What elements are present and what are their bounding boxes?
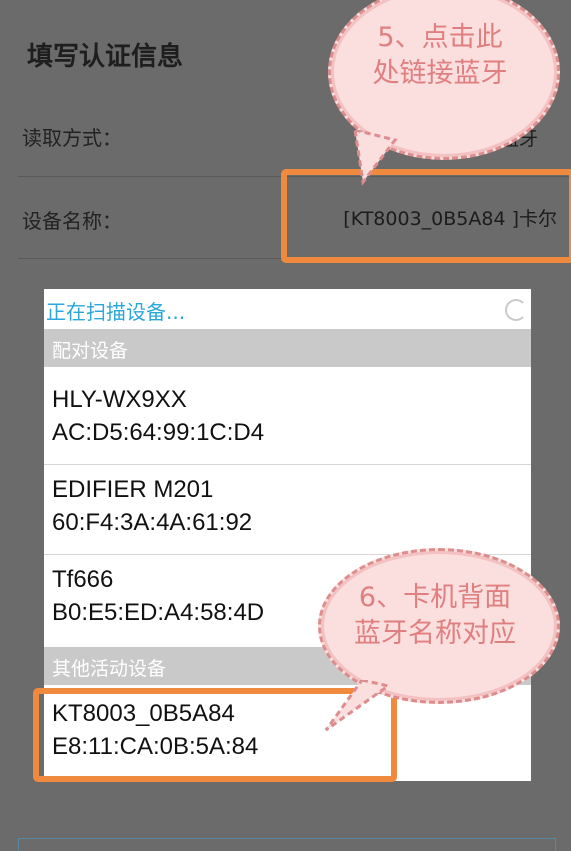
other-devices-header-label: 其他活动设备 xyxy=(52,658,167,680)
screen: 填写认证信息 读取方式： 蓝牙 设备名称： [KT8003_0B5A84 ]卡尔… xyxy=(0,0,571,851)
callout-text-step5: 5、点击此处链接蓝牙 xyxy=(372,22,508,89)
paired-devices-header-label: 配对设备 xyxy=(52,340,129,362)
dialog-header: 正在扫描设备... xyxy=(44,289,531,329)
callout-tail-icon xyxy=(353,130,398,186)
device-item-name: Tf666 xyxy=(52,566,114,593)
read-method-label: 读取方式： xyxy=(22,126,122,150)
device-name-label: 设备名称： xyxy=(22,209,122,233)
device-item-name: HLY-WX9XX xyxy=(52,386,187,413)
device-item-mac: 60:F4:3A:4A:61:92 xyxy=(52,509,253,536)
loading-spinner-icon xyxy=(505,299,527,321)
device-list-item[interactable]: HLY-WX9XX AC:D5:64:99:1C:D4 xyxy=(44,375,531,465)
callout-text-step6: 6、卡机背面蓝牙名称对应 xyxy=(354,582,516,649)
device-item-mac: B0:E5:ED:A4:58:4D xyxy=(52,599,265,626)
device-item-mac: AC:D5:64:99:1C:D4 xyxy=(52,419,265,446)
device-name-highlight xyxy=(281,169,571,263)
paired-devices-header: 配对设备 xyxy=(44,329,531,367)
callout-tail-icon xyxy=(324,680,392,732)
page-title: 填写认证信息 xyxy=(27,42,184,72)
device-list-item[interactable]: EDIFIER M201 60:F4:3A:4A:61:92 xyxy=(44,465,531,555)
bottom-bar xyxy=(18,838,556,851)
dialog-title: 正在扫描设备... xyxy=(46,300,186,324)
device-item-name: EDIFIER M201 xyxy=(52,476,214,503)
